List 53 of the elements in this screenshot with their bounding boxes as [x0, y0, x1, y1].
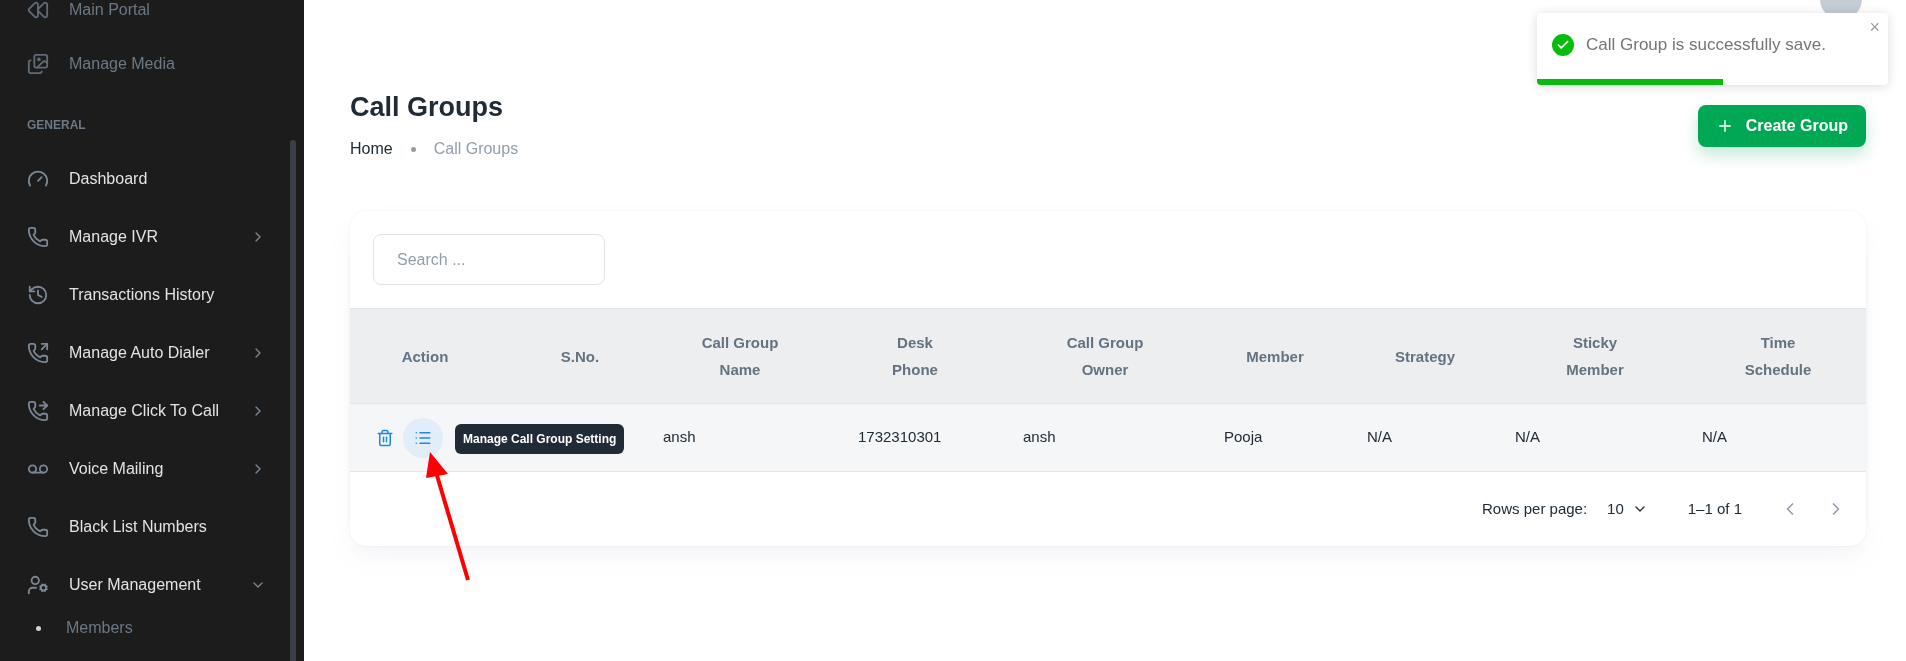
- history-icon: [27, 284, 49, 306]
- column-header[interactable]: Call Group Owner: [1063, 329, 1147, 383]
- column-header[interactable]: Desk Phone: [873, 329, 957, 383]
- breadcrumb-separator: [410, 146, 416, 152]
- tooltip: Manage Call Group Setting: [455, 424, 625, 454]
- column-header[interactable]: Strategy: [1395, 342, 1455, 370]
- page-range: 1–1 of 1: [1687, 498, 1742, 519]
- table-cell-text: N/A: [1367, 427, 1392, 448]
- column-header[interactable]: Sticky Member: [1553, 329, 1637, 383]
- trash-icon: [376, 428, 394, 447]
- sidebar-subitem[interactable]: Members: [66, 616, 133, 640]
- rewind-icon: [27, 0, 49, 21]
- bullet-icon: [36, 625, 41, 631]
- sidebar-item[interactable]: Manage Click To Call: [69, 399, 219, 423]
- sidebar-item[interactable]: Main Portal: [69, 0, 150, 22]
- search-field[interactable]: Search ...: [373, 234, 605, 285]
- table-cell-text: Pooja: [1224, 427, 1263, 448]
- rows-per-page-select[interactable]: 10: [1607, 497, 1648, 521]
- table-cell-text: ansh: [663, 427, 696, 448]
- rows-per-page-label: Rows per page:: [1482, 498, 1588, 519]
- breadcrumb-link[interactable]: Home: [350, 137, 393, 161]
- table-cell-text: 1732310301: [858, 427, 942, 448]
- column-header[interactable]: Member: [1246, 342, 1304, 370]
- sidebar-item[interactable]: Black List Numbers: [69, 515, 207, 539]
- sidebar-item[interactable]: Voice Mailing: [69, 457, 164, 481]
- sidebar-item[interactable]: Manage Media: [69, 52, 175, 76]
- scrollbar[interactable]: [290, 140, 296, 661]
- column-header[interactable]: Time Schedule: [1736, 329, 1820, 383]
- column-header[interactable]: S.No.: [560, 342, 600, 370]
- success-icon: [1552, 34, 1574, 56]
- section-title: GENERAL: [27, 117, 86, 134]
- close-button[interactable]: ×: [1869, 17, 1880, 37]
- sidebar-item[interactable]: Manage IVR: [69, 225, 158, 249]
- page-title: Call Groups: [350, 91, 505, 123]
- table-cell-text: N/A: [1515, 427, 1540, 448]
- sidebar-item[interactable]: Manage Auto Dialer: [69, 341, 210, 365]
- toast-message: Call Group is successfully save.: [1586, 34, 1826, 57]
- table-cell-text: N/A: [1702, 427, 1727, 448]
- sidebar-item[interactable]: Dashboard: [69, 167, 148, 191]
- table-cell-text: ansh: [1023, 427, 1056, 448]
- user-gear-icon: [27, 574, 49, 596]
- create-group-button[interactable]: Create Group: [1697, 105, 1866, 147]
- column-header[interactable]: Action: [401, 342, 449, 370]
- settings-list-button[interactable]: [403, 417, 443, 458]
- phone-icon: [27, 226, 49, 248]
- phone-outgoing-icon: [27, 342, 49, 364]
- column-header[interactable]: Call Group Name: [698, 329, 782, 383]
- breadcrumb-current: Call Groups: [433, 139, 519, 159]
- sidebar-item[interactable]: User Management: [69, 573, 201, 597]
- phone-icon: [27, 516, 49, 538]
- media-icon: [27, 53, 49, 75]
- sidebar-item[interactable]: Transactions History: [69, 283, 215, 307]
- phone-forward-icon: [27, 400, 49, 422]
